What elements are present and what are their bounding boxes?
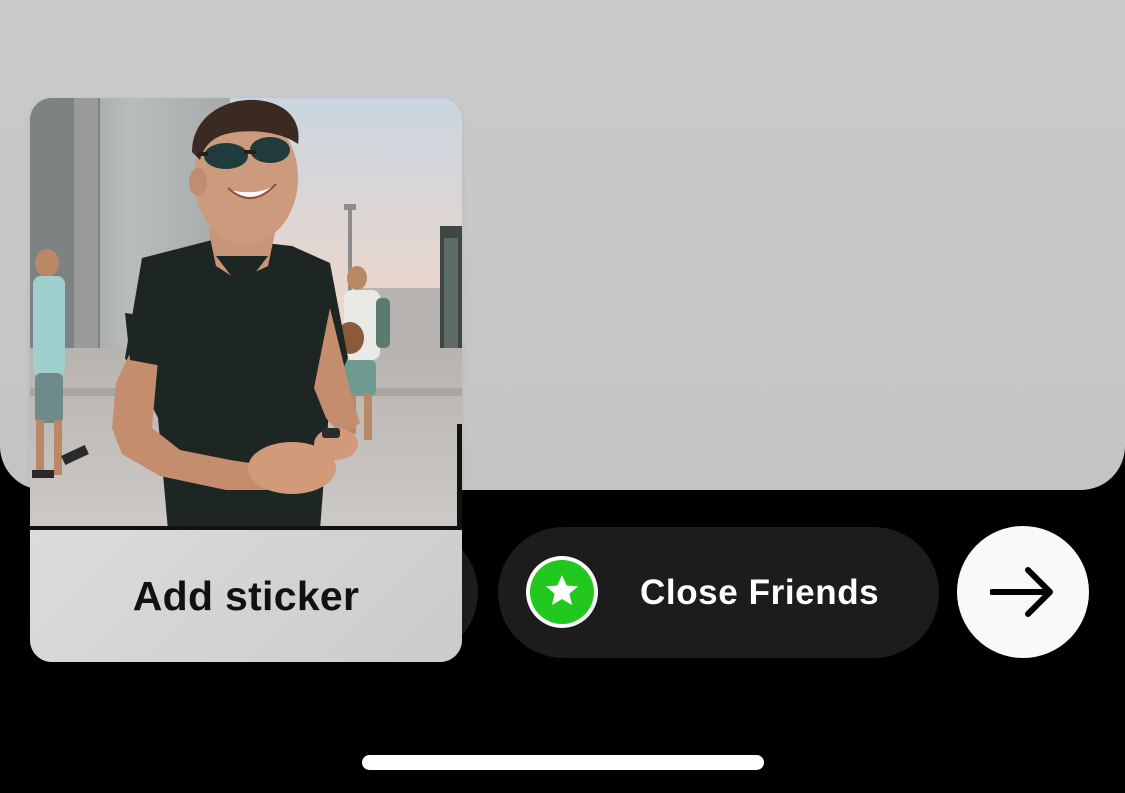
home-indicator[interactable] [362, 755, 764, 770]
sticker-footer[interactable]: Add sticker [30, 530, 462, 662]
star-icon [546, 575, 578, 605]
next-button[interactable] [957, 526, 1089, 658]
story-share-screen: Add sticker Close Friends [0, 0, 1125, 793]
sticker-photo [30, 98, 462, 530]
close-friends-button[interactable]: Close Friends [498, 527, 939, 658]
add-sticker-card[interactable]: Add sticker [30, 98, 462, 662]
close-friends-label: Close Friends [640, 573, 880, 612]
add-sticker-label: Add sticker [132, 572, 360, 619]
arrow-right-icon [990, 567, 1053, 617]
close-friends-badge [526, 556, 598, 628]
